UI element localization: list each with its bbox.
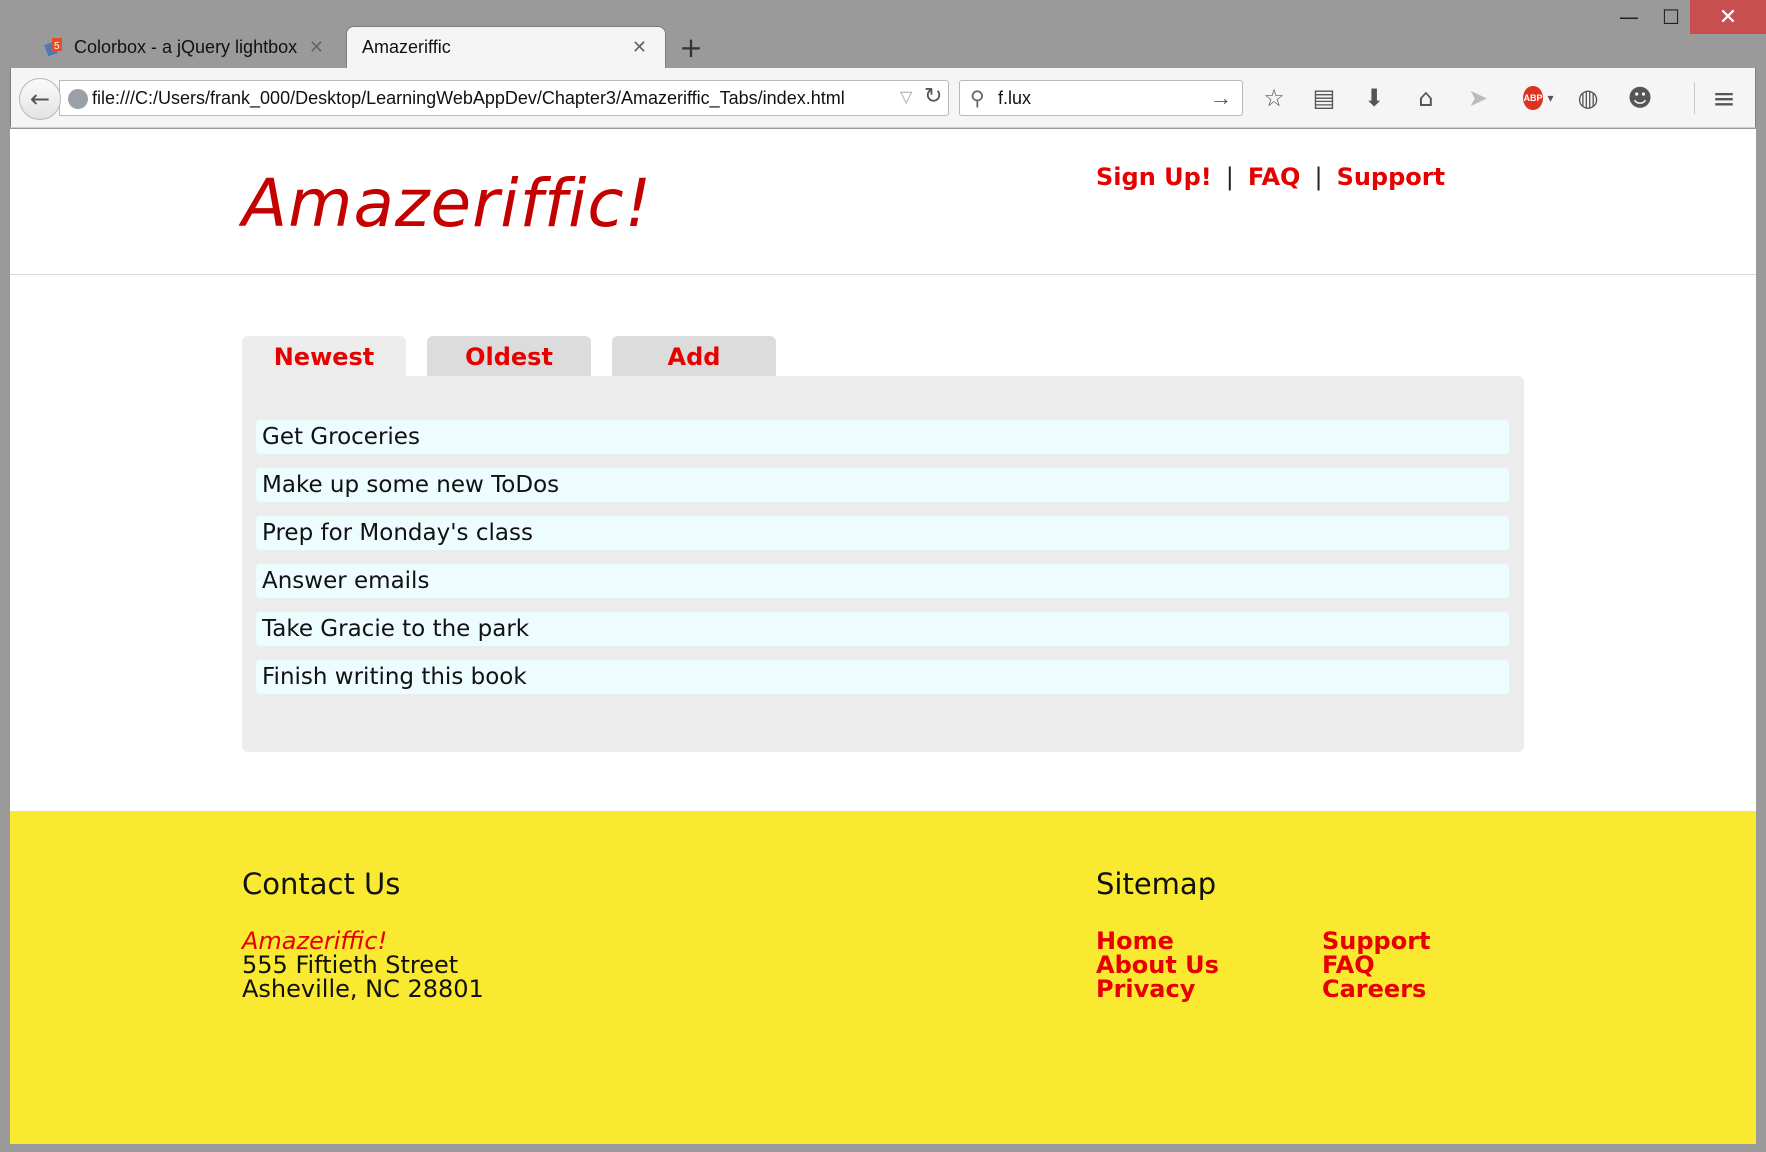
signup-link[interactable]: Sign Up! — [1096, 163, 1212, 191]
reading-list-icon[interactable]: ▤ — [1307, 82, 1341, 114]
globe-addon-icon[interactable]: ◍ — [1571, 82, 1605, 114]
tab-content-panel: Get Groceries Make up some new ToDos Pre… — [242, 376, 1524, 752]
sitemap-careers-link[interactable]: Careers — [1322, 977, 1431, 1001]
sitemap-privacy-link[interactable]: Privacy — [1096, 977, 1219, 1001]
home-icon[interactable]: ⌂ — [1409, 82, 1443, 114]
contact-address: Amazeriffic! 555 Fiftieth Street Ashevil… — [242, 929, 484, 1001]
url-history-dropdown-icon[interactable]: ▽ — [900, 87, 912, 107]
tab-newest[interactable]: Newest — [242, 336, 406, 378]
window-close-icon[interactable]: ✕ — [1690, 0, 1766, 34]
sitemap-support-link[interactable]: Support — [1322, 929, 1431, 953]
menu-icon[interactable]: ≡ — [1707, 82, 1741, 115]
sitemap-faq-link[interactable]: FAQ — [1322, 953, 1431, 977]
city-address: Asheville, NC 28801 — [242, 975, 484, 1003]
toolbar-separator — [1694, 82, 1695, 114]
todo-item: Get Groceries — [256, 420, 1509, 454]
faq-link[interactable]: FAQ — [1248, 163, 1301, 191]
tab-add[interactable]: Add — [612, 336, 776, 377]
site-footer: Contact Us Amazeriffic! 555 Fiftieth Str… — [10, 811, 1756, 1144]
browser-tab-title: Colorbox - a jQuery lightbox — [74, 36, 298, 57]
chat-icon[interactable]: ☻ — [1623, 82, 1657, 114]
close-tab-icon[interactable]: ✕ — [309, 37, 324, 58]
bookmark-star-icon[interactable]: ☆ — [1257, 82, 1291, 114]
close-tab-icon[interactable]: ✕ — [632, 37, 647, 58]
adblock-plus-icon[interactable]: ABP ▾ — [1519, 82, 1554, 114]
browser-tab-colorbox[interactable]: 5 Colorbox - a jQuery lightbox ✕ — [30, 26, 342, 68]
nav-separator: | — [1225, 163, 1234, 191]
url-text[interactable]: file:///C:/Users/frank_000/Desktop/Learn… — [92, 88, 845, 109]
todo-item: Prep for Monday's class — [256, 516, 1509, 550]
search-input[interactable]: f.lux — [998, 88, 1031, 109]
send-icon[interactable]: ➤ — [1461, 82, 1495, 114]
sitemap-heading: Sitemap — [1096, 867, 1217, 901]
contact-heading: Contact Us — [242, 867, 401, 901]
search-bar[interactable]: ⚲ f.lux → — [959, 80, 1243, 116]
site-header: Amazeriffic! Sign Up! | FAQ | Support — [10, 129, 1756, 275]
page-viewport: Amazeriffic! Sign Up! | FAQ | Support Ne… — [10, 129, 1756, 1144]
search-icon: ⚲ — [970, 88, 985, 110]
reload-icon[interactable]: ↻ — [924, 83, 942, 109]
search-go-arrow-icon[interactable]: → — [1210, 85, 1232, 111]
address-bar[interactable]: file:///C:/Users/frank_000/Desktop/Learn… — [59, 80, 949, 116]
sitemap-column-2: Support FAQ Careers — [1322, 929, 1431, 1001]
top-nav: Sign Up! | FAQ | Support — [1096, 163, 1445, 191]
todo-tabs: Newest Oldest Add — [242, 336, 797, 378]
svg-text:5: 5 — [54, 41, 60, 52]
tab-oldest[interactable]: Oldest — [427, 336, 591, 377]
todo-item: Make up some new ToDos — [256, 468, 1509, 502]
browser-tab-title: Amazeriffic — [362, 37, 451, 57]
back-arrow-icon[interactable]: ← — [19, 78, 61, 120]
nav-separator: | — [1314, 163, 1323, 191]
footer-company-name: Amazeriffic! — [242, 927, 388, 955]
tab-strip: 5 Colorbox - a jQuery lightbox ✕ Amazeri… — [0, 0, 1766, 68]
sitemap-column-1: Home About Us Privacy — [1096, 929, 1219, 1001]
todo-item: Finish writing this book — [256, 660, 1509, 694]
download-icon[interactable]: ⬇ — [1357, 82, 1391, 114]
navigation-toolbar: file:///C:/Users/frank_000/Desktop/Learn… — [10, 68, 1756, 128]
support-link[interactable]: Support — [1337, 163, 1446, 191]
street-address: 555 Fiftieth Street — [242, 951, 459, 979]
site-identity-globe-icon[interactable] — [68, 89, 88, 109]
new-tab-plus-icon[interactable]: + — [676, 30, 706, 64]
browser-tab-amazeriffic[interactable]: Amazeriffic ✕ — [346, 26, 666, 68]
todo-item: Take Gracie to the park — [256, 612, 1509, 646]
site-logo: Amazeriffic! — [242, 165, 653, 242]
todo-item: Answer emails — [256, 564, 1509, 598]
sitemap-home-link[interactable]: Home — [1096, 929, 1219, 953]
browser-window: 5 Colorbox - a jQuery lightbox ✕ Amazeri… — [0, 0, 1766, 1152]
sitemap-about-link[interactable]: About Us — [1096, 953, 1219, 977]
maximize-icon[interactable]: ☐ — [1646, 0, 1696, 34]
html5-favicon-icon: 5 — [44, 37, 64, 57]
